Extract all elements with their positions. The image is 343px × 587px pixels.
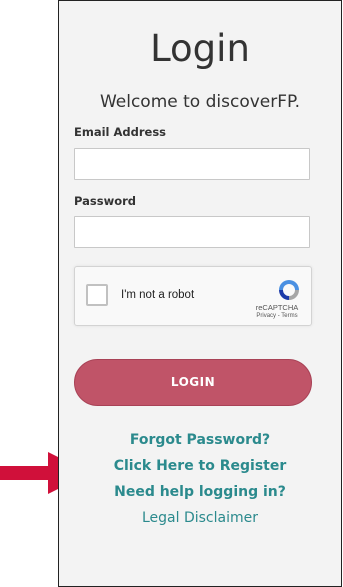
legal-disclaimer-link[interactable]: Legal Disclaimer — [59, 510, 341, 526]
recaptcha-widget: I'm not a robot reCAPTCHA Privacy - Term… — [74, 266, 312, 326]
register-link[interactable]: Click Here to Register — [59, 458, 341, 474]
password-label: Password — [74, 194, 136, 208]
login-button[interactable]: LOGIN — [74, 359, 312, 406]
recaptcha-logo-icon — [279, 280, 299, 300]
page-title: Login — [150, 27, 250, 70]
password-field[interactable] — [74, 216, 310, 248]
welcome-text: Welcome to discoverFP. — [99, 92, 301, 112]
checkbox-icon[interactable] — [86, 284, 108, 306]
forgot-password-link[interactable]: Forgot Password? — [59, 432, 341, 448]
recaptcha-label: I'm not a robot — [121, 289, 195, 301]
recaptcha-brand: reCAPTCHA — [255, 303, 299, 312]
help-login-link[interactable]: Need help logging in? — [59, 484, 341, 500]
recaptcha-terms-link[interactable]: Privacy - Terms — [247, 313, 307, 319]
login-panel: Login Welcome to discoverFP. Email Addre… — [58, 0, 342, 587]
email-label: Email Address — [74, 125, 167, 139]
email-field[interactable] — [74, 148, 310, 180]
